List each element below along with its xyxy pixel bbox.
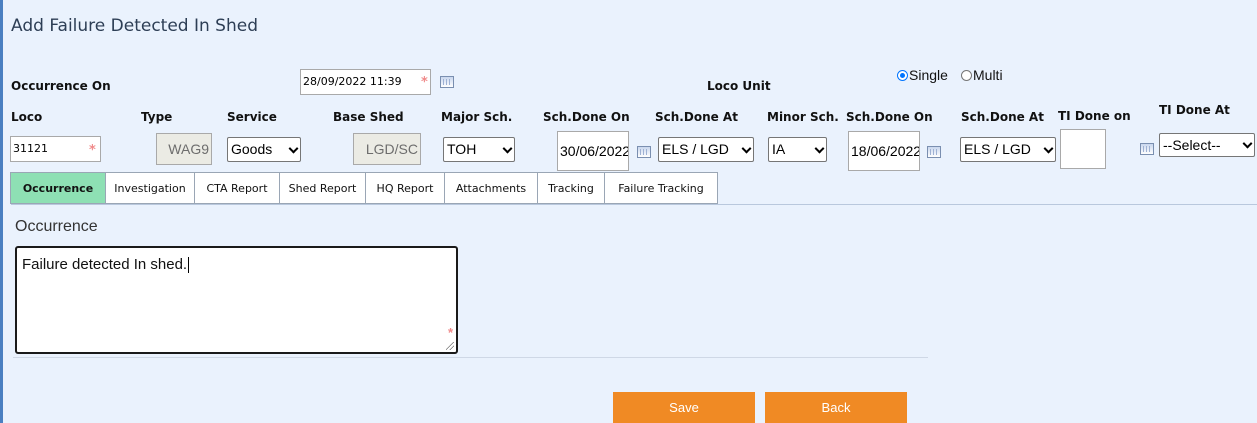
section-divider xyxy=(13,357,928,358)
save-button[interactable]: Save xyxy=(613,392,755,423)
single-radio[interactable] xyxy=(897,70,908,81)
calendar-icon[interactable] xyxy=(927,146,941,158)
tab-bar: Occurrence Investigation CTA Report Shed… xyxy=(10,172,718,204)
type-label: Type xyxy=(141,110,173,124)
major-sch-value: TOH xyxy=(447,141,477,157)
sch-done-on-label-1: Sch.Done On xyxy=(543,110,630,124)
page-title: Add Failure Detected In Shed xyxy=(11,16,258,36)
calendar-icon[interactable] xyxy=(440,76,454,88)
sch-done-at-select-1[interactable]: ELS / LGD xyxy=(658,137,754,162)
tab-panel-divider xyxy=(11,204,1257,205)
sch-done-at-label-2: Sch.Done At xyxy=(961,110,1044,124)
loco-label: Loco xyxy=(11,110,43,124)
minor-sch-value: IA xyxy=(772,141,786,157)
multi-radio[interactable] xyxy=(961,70,972,81)
sch-done-at-value-1: ELS / LGD xyxy=(662,141,729,157)
resize-grip-icon[interactable] xyxy=(446,342,454,350)
occurrence-section-label: Occurrence xyxy=(15,218,98,235)
chevron-down-icon xyxy=(288,143,299,154)
required-marker: * xyxy=(421,75,428,90)
calendar-icon[interactable] xyxy=(1140,143,1154,155)
minor-sch-label: Minor Sch. xyxy=(767,110,839,124)
tab-investigation[interactable]: Investigation xyxy=(105,172,195,204)
single-radio-label: Single xyxy=(909,67,948,83)
tab-failure-tracking[interactable]: Failure Tracking xyxy=(604,172,718,204)
required-marker: * xyxy=(447,325,453,340)
ti-done-on-label: TI Done on xyxy=(1058,109,1131,123)
tab-cta-report[interactable]: CTA Report xyxy=(194,172,280,204)
sch-done-on-input-1[interactable]: 30/06/2022 xyxy=(557,131,629,171)
ti-done-on-input[interactable] xyxy=(1060,129,1106,169)
ti-done-at-value: --Select-- xyxy=(1163,137,1221,153)
tab-shed-report[interactable]: Shed Report xyxy=(279,172,366,204)
chevron-down-icon xyxy=(502,143,513,154)
loco-unit-label: Loco Unit xyxy=(707,79,771,93)
ti-done-at-label: TI Done At xyxy=(1159,103,1230,117)
minor-sch-select[interactable]: IA xyxy=(768,137,827,162)
multi-radio-label: Multi xyxy=(973,67,1003,83)
sch-done-on-input-2[interactable]: 18/06/2022 xyxy=(848,131,920,171)
required-marker: * xyxy=(89,143,96,158)
chevron-down-icon xyxy=(1242,138,1253,149)
tab-tracking[interactable]: Tracking xyxy=(537,172,605,204)
service-value: Goods xyxy=(231,141,273,157)
type-input: WAG9 xyxy=(156,133,212,165)
major-sch-label: Major Sch. xyxy=(441,110,513,124)
chevron-down-icon xyxy=(741,143,752,154)
sch-done-at-label-1: Sch.Done At xyxy=(655,110,738,124)
text-caret xyxy=(188,257,190,274)
occurrence-on-label: Occurrence On xyxy=(11,79,111,93)
occurrence-text: Failure detected In shed. xyxy=(22,256,188,273)
tab-hq-report[interactable]: HQ Report xyxy=(365,172,445,204)
calendar-icon[interactable] xyxy=(637,146,651,158)
form-panel: Add Failure Detected In Shed Occurrence … xyxy=(0,0,1257,423)
base-shed-label: Base Shed xyxy=(333,110,404,124)
ti-done-at-select[interactable]: --Select-- xyxy=(1159,133,1255,157)
sch-done-at-value-2: ELS / LGD xyxy=(964,141,1031,157)
chevron-down-icon xyxy=(1043,143,1054,154)
occurrence-textarea[interactable]: Failure detected In shed. * xyxy=(15,246,458,354)
service-label: Service xyxy=(227,110,277,124)
major-sch-select[interactable]: TOH xyxy=(443,137,515,162)
service-select[interactable]: Goods xyxy=(227,137,301,162)
loco-input[interactable]: 31121 xyxy=(10,136,101,162)
occurrence-on-input[interactable]: 28/09/2022 11:39 xyxy=(300,69,431,95)
sch-done-on-label-2: Sch.Done On xyxy=(846,110,933,124)
chevron-down-icon xyxy=(814,143,825,154)
tab-occurrence[interactable]: Occurrence xyxy=(10,172,106,204)
tab-attachments[interactable]: Attachments xyxy=(444,172,538,204)
base-shed-input: LGD/SC xyxy=(353,133,421,165)
sch-done-at-select-2[interactable]: ELS / LGD xyxy=(960,137,1056,162)
back-button[interactable]: Back xyxy=(765,392,907,423)
